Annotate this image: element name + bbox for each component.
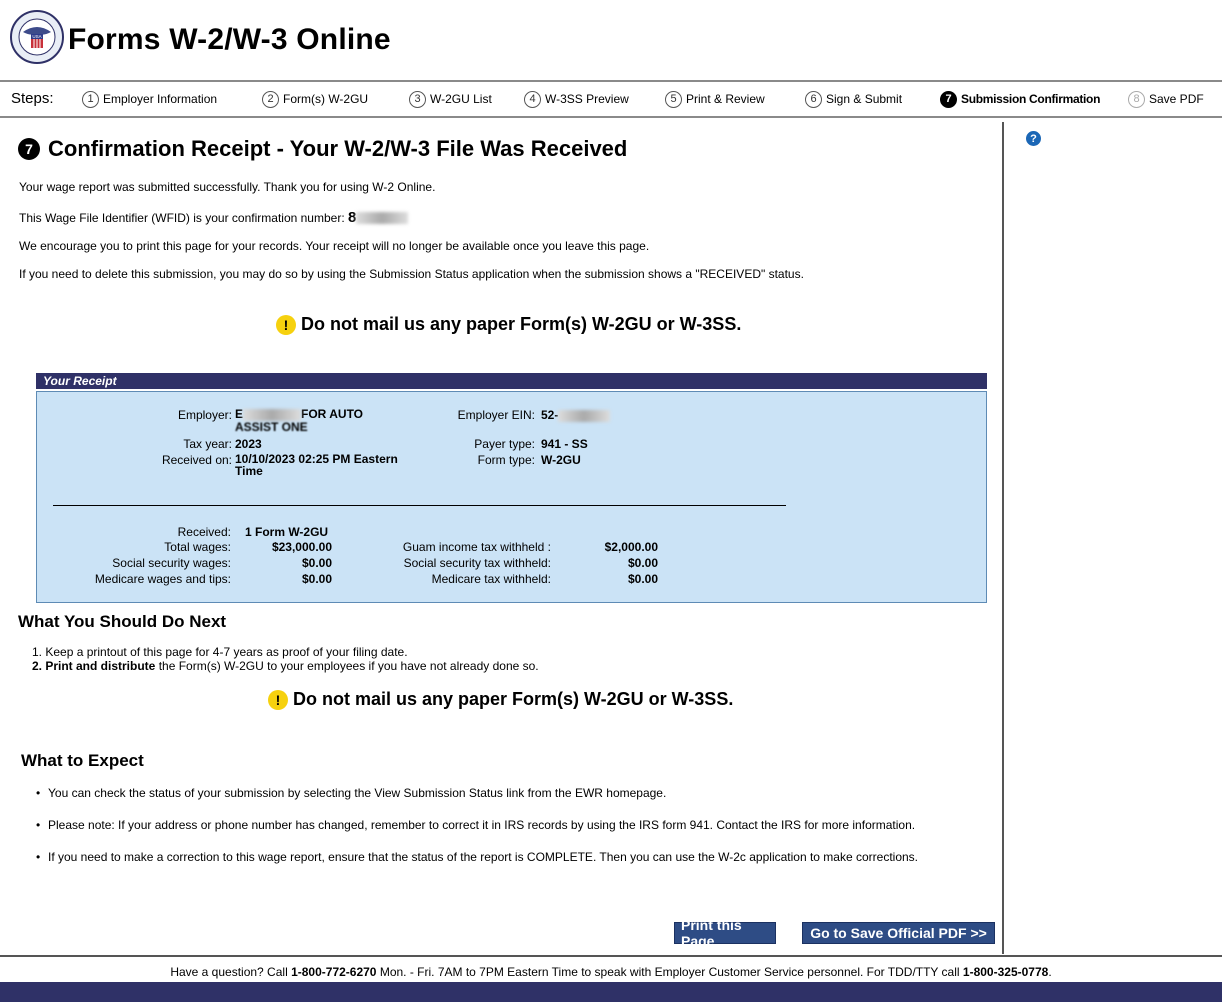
delete-advice: If you need to delete this submission, y…	[19, 267, 804, 281]
save-pdf-button[interactable]: Go to Save Official PDF >>	[802, 922, 995, 944]
receipt-divider	[53, 505, 786, 506]
warning-icon: !	[268, 689, 288, 710]
payer-type: 941 - SS	[541, 437, 588, 451]
receipt-box: Employer: E FOR AUTO ASSIST ONE Employer …	[36, 391, 987, 603]
wfid-message: This Wage File Identifier (WFID) is your…	[19, 209, 409, 226]
app-title: Forms W-2/W-3 Online	[68, 23, 391, 56]
medicare-wages: $0.00	[301, 572, 332, 586]
next-heading: What You Should Do Next	[18, 612, 227, 631]
guam-tax-withheld: $2,000.00	[604, 540, 658, 554]
tax-year: 2023	[235, 437, 262, 451]
employer-ein: 52-	[541, 408, 611, 422]
page-header: USA Forms W-2/W-3 Online	[0, 0, 1222, 78]
step-badge: 7	[18, 138, 40, 160]
step-w2gu-list[interactable]: 3 W-2GU List	[409, 88, 492, 110]
no-mail-warning: ! Do not mail us any paper Form(s) W-2GU…	[276, 314, 741, 335]
step-employer-information[interactable]: 1 Employer Information	[82, 88, 217, 110]
employer-name: E FOR AUTO ASSIST ONE	[235, 407, 364, 434]
step-sign-submit[interactable]: 6 Sign & Submit	[805, 88, 902, 110]
print-advice: We encourage you to print this page for …	[19, 239, 650, 253]
footer-text: Have a question? Call 1-800-772-6270 Mon…	[170, 965, 1052, 979]
success-message: Your wage report was submitted successfu…	[19, 180, 436, 194]
step-w3ss-preview[interactable]: 4 W-3SS Preview	[524, 88, 629, 110]
footer-bar	[0, 982, 1222, 1002]
expect-heading: What to Expect	[21, 751, 144, 770]
svg-text:USA: USA	[32, 34, 41, 39]
received-count: 1 Form W-2GU	[245, 525, 329, 539]
next-item: 2. Print and distribute the Form(s) W-2G…	[32, 659, 539, 673]
warning-icon: !	[276, 314, 296, 335]
list-item: Please note: If your address or phone nu…	[36, 818, 918, 832]
ssa-seal-logo: USA	[10, 10, 64, 64]
step-forms-w2gu[interactable]: 2 Form(s) W-2GU	[262, 88, 368, 110]
form-type: W-2GU	[541, 453, 581, 467]
footer-divider	[0, 955, 1222, 957]
print-page-button[interactable]: Print this Page	[674, 917, 776, 949]
step-print-review[interactable]: 5 Print & Review	[665, 88, 765, 110]
ss-wages: $0.00	[301, 556, 332, 570]
list-item: You can check the status of your submiss…	[36, 786, 918, 800]
content-divider	[1002, 122, 1004, 954]
total-wages: $23,000.00	[271, 540, 332, 554]
page-heading: 7 Confirmation Receipt - Your W-2/W-3 Fi…	[18, 136, 627, 162]
steps-label: Steps:	[11, 90, 54, 107]
no-mail-warning-2: ! Do not mail us any paper Form(s) W-2GU…	[268, 689, 733, 710]
next-list: 1. Keep a printout of this page for 4-7 …	[32, 645, 539, 673]
receipt-title: Your Receipt	[36, 373, 987, 389]
help-icon[interactable]: ?	[1026, 131, 1041, 146]
step-submission-confirmation: 7 Submission Confirmation	[940, 88, 1100, 110]
step-save-pdf: 8 Save PDF	[1128, 88, 1204, 110]
steps-bar: Steps: 1 Employer Information 2 Form(s) W-…	[0, 80, 1222, 118]
expect-list: You can check the status of your submiss…	[36, 786, 918, 882]
ss-tax-withheld: $0.00	[627, 556, 658, 570]
next-item: 1. Keep a printout of this page for 4-7 …	[32, 645, 408, 659]
medicare-tax-withheld: $0.00	[627, 572, 658, 586]
list-item: If you need to make a correction to this…	[36, 850, 918, 864]
wfid-value: 8	[348, 209, 409, 226]
received-on: 10/10/2023 02:25 PM Eastern Time	[235, 452, 398, 478]
page-heading-text: Confirmation Receipt - Your W-2/W-3 File…	[48, 136, 628, 161]
